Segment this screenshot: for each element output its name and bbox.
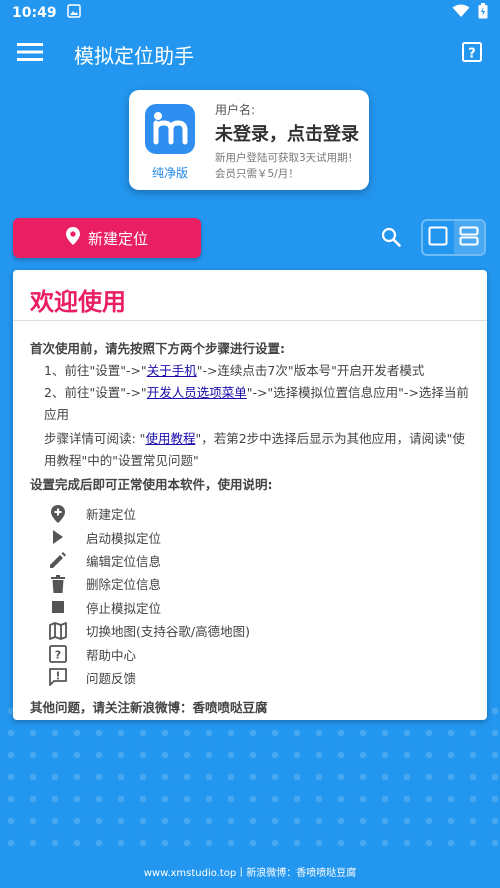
- setup-intro: 首次使用前，请先按照下方两个步骤进行设置:: [30, 341, 285, 356]
- stop-icon: [30, 601, 70, 614]
- add-location-icon: [30, 504, 70, 523]
- app-title: 模拟定位助手: [74, 43, 194, 68]
- delete-trash-icon: [30, 574, 70, 593]
- wifi-icon: [452, 4, 470, 22]
- username-label: 用户名:: [215, 103, 256, 117]
- usage-list: 新建定位 启动模拟定位 编辑定位信息 删除定位信息 停止模拟定位 切换地图(支持…: [30, 502, 476, 689]
- status-bar: 10:49: [0, 0, 500, 26]
- battery-icon: [478, 3, 488, 23]
- tip-text-a: 步骤详情可阅读: ": [44, 431, 146, 446]
- edition-label: 纯净版: [151, 166, 188, 180]
- list-item: 删除定位信息: [30, 572, 476, 595]
- tutorial-link[interactable]: 使用教程: [145, 431, 195, 446]
- usage-text: 启动模拟定位: [86, 530, 162, 546]
- welcome-title: 欢迎使用: [30, 288, 126, 316]
- svg-text:?: ?: [55, 649, 61, 662]
- usage-text: 问题反馈: [86, 670, 137, 686]
- help-question-icon: ?: [30, 645, 70, 663]
- usage-text: 删除定位信息: [86, 577, 162, 593]
- usage-text: 停止模拟定位: [86, 600, 162, 616]
- list-item: 编辑定位信息: [30, 549, 476, 572]
- list-item: 停止模拟定位: [30, 596, 476, 619]
- welcome-body: 首次使用前，请先按照下方两个步骤进行设置: 1、前往"设置"->"关于手机"->…: [30, 338, 476, 719]
- map-icon: [30, 621, 70, 640]
- app-bar: 模拟定位助手 ?: [0, 26, 500, 82]
- view-mode-toggle: [421, 219, 486, 256]
- tutorial-tip: 步骤详情可阅读: "使用教程"，若第2步中选择后显示为其他应用，请阅读"使用教程…: [30, 428, 476, 472]
- help-button[interactable]: ?: [444, 26, 500, 82]
- edit-pencil-icon: [30, 551, 70, 569]
- background-dot-pattern: [0, 700, 500, 860]
- usage-text: 帮助中心: [86, 647, 137, 663]
- gallery-notification-icon: [66, 4, 81, 22]
- login-prompt[interactable]: 未登录，点击登录: [215, 120, 359, 146]
- single-view-button[interactable]: [423, 221, 454, 254]
- new-location-button[interactable]: 新建定位: [13, 218, 201, 258]
- status-time: 10:49: [12, 5, 57, 21]
- developer-options-link[interactable]: 开发人员选项菜单: [147, 385, 247, 400]
- location-pin-icon: [65, 227, 80, 249]
- list-view-button[interactable]: [453, 221, 484, 254]
- play-icon: [30, 530, 70, 545]
- setup-step-1: 1、前往"设置"->"关于手机"->连续点击7次"版本号"开启开发者模式: [30, 360, 476, 382]
- step-2-text-a: 2、前往"设置"->": [44, 385, 147, 400]
- feedback-icon: [30, 668, 70, 687]
- divider: [13, 320, 487, 321]
- search-button[interactable]: [376, 224, 406, 254]
- list-item: 问题反馈: [30, 666, 476, 689]
- usage-text: 新建定位: [86, 507, 137, 523]
- usage-intro: 设置完成后即可正常使用本软件，使用说明:: [30, 477, 273, 492]
- welcome-card: 欢迎使用 首次使用前，请先按照下方两个步骤进行设置: 1、前往"设置"->"关于…: [13, 270, 487, 720]
- app-logo: [145, 104, 195, 154]
- hamburger-menu-icon: [17, 42, 43, 66]
- setup-step-2: 2、前往"设置"->"开发人员选项菜单"->"选择模拟位置信息应用"->选择当前…: [30, 382, 476, 426]
- new-location-label: 新建定位: [87, 229, 148, 248]
- list-view-icon: [459, 226, 479, 250]
- login-card[interactable]: 纯净版 用户名: 未登录，点击登录 新用户登陆可获取3天试用期！会员只需￥5/月…: [129, 90, 369, 190]
- help-question-icon: ?: [461, 41, 483, 67]
- other-questions: 其他问题，请关注新浪微博：香喷喷哒豆腐: [30, 700, 268, 716]
- step-1-text-a: 1、前往"设置"->": [44, 363, 147, 378]
- trial-note: 新用户登陆可获取3天试用期！会员只需￥5/月！: [215, 152, 359, 180]
- usage-text: 编辑定位信息: [86, 553, 162, 569]
- list-item: 切换地图(支持谷歌/高德地图): [30, 619, 476, 642]
- usage-text: 切换地图(支持谷歌/高德地图): [86, 624, 250, 640]
- svg-text:?: ?: [468, 47, 476, 62]
- page-footer: www.xmstudio.top丨新浪微博：香喷喷哒豆腐: [143, 868, 357, 879]
- menu-button[interactable]: [0, 26, 60, 82]
- list-item: ? 帮助中心: [30, 642, 476, 665]
- list-item: 启动模拟定位: [30, 525, 476, 548]
- search-icon: [381, 227, 401, 251]
- single-view-icon: [428, 226, 448, 250]
- list-item: 新建定位: [30, 502, 476, 525]
- about-phone-link[interactable]: 关于手机: [147, 363, 197, 378]
- step-1-text-b: "->连续点击7次"版本号"开启开发者模式: [196, 363, 425, 378]
